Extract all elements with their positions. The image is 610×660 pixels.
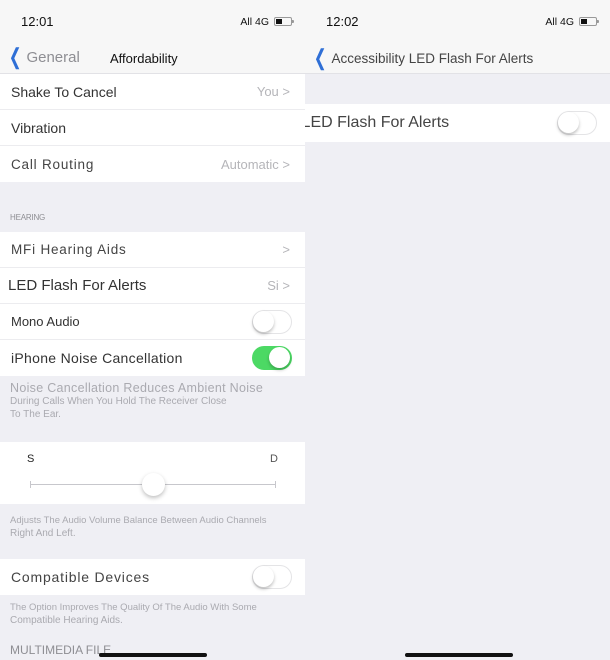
- status-bar: 12:02 All 4G: [305, 0, 610, 44]
- led-flash-group: Yes LED Flash For Alerts: [305, 104, 610, 142]
- interaction-group: Shake To Cancel You > Vibration Call Rou…: [0, 74, 305, 182]
- footer-line: Right And Left.: [10, 528, 76, 539]
- row-value: Automatic >: [220, 156, 290, 172]
- chevron-right-icon: >: [282, 242, 290, 257]
- toggle-knob: [253, 566, 274, 587]
- balance-slider-group: S D: [0, 442, 305, 504]
- noise-cancellation-footer: Noise Cancellation Reduces Ambient Noise…: [10, 382, 285, 421]
- chevron-left-icon: ❮: [313, 45, 327, 70]
- back-button[interactable]: ❮ Accessibility LED Flash For Alerts: [311, 45, 534, 70]
- hearing-group: MFi Hearing Aids > LED Flash For Alerts …: [0, 232, 305, 376]
- row-compatible-devices: Compatible Devices: [0, 559, 305, 595]
- toggle-knob: [269, 347, 290, 368]
- settings-screen-left: 12:01 All 4G ❮ General Affordability Sha…: [0, 0, 305, 660]
- row-mfi-hearing-aids[interactable]: MFi Hearing Aids >: [0, 232, 305, 268]
- row-label: Call Routing: [11, 156, 95, 172]
- compatible-footer: The Option Improves The Quality Of The A…: [10, 601, 285, 627]
- status-bar: 12:01 All 4G: [0, 0, 305, 44]
- section-header-hearing: HEARING: [10, 213, 46, 222]
- status-time: 12:02: [326, 14, 359, 29]
- compatible-devices-toggle[interactable]: [252, 565, 292, 589]
- compatible-group: Compatible Devices: [0, 559, 305, 595]
- footer-line: Noise Cancellation Reduces Ambient Noise: [10, 381, 264, 395]
- section-header-multimedia: MULTIMEDIA FILE: [10, 643, 112, 657]
- row-vibration[interactable]: Vibration: [0, 110, 305, 146]
- back-label: General: [26, 48, 80, 66]
- row-shake-to-cancel[interactable]: Shake To Cancel You >: [0, 74, 305, 110]
- row-label: MFi Hearing Aids: [11, 242, 127, 257]
- home-indicator[interactable]: [405, 653, 513, 657]
- footer-line: To The Ear.: [10, 409, 61, 420]
- carrier-label: All 4G: [240, 16, 269, 28]
- page-title: Affordability: [110, 51, 178, 66]
- balance-footer: Adjusts The Audio Volume Balance Between…: [10, 514, 285, 540]
- noise-cancellation-toggle[interactable]: [252, 346, 292, 370]
- balance-slider-thumb[interactable]: [142, 473, 165, 496]
- home-indicator[interactable]: [99, 653, 207, 657]
- row-label: LED Flash For Alerts: [8, 277, 147, 294]
- battery-low-icon: [274, 17, 294, 26]
- status-time: 12:01: [21, 14, 54, 29]
- row-label: Shake To Cancel: [11, 83, 117, 100]
- row-label: Vibration: [11, 119, 67, 136]
- chevron-left-icon: ❮: [8, 44, 22, 69]
- row-label: Mono Audio: [11, 314, 80, 329]
- navigation-bar: ❮ Accessibility LED Flash For Alerts: [305, 44, 610, 74]
- led-flash-screen-right: 12:02 All 4G ❮ Accessibility LED Flash F…: [305, 0, 610, 660]
- back-label: Accessibility LED Flash For Alerts: [331, 50, 534, 66]
- row-call-routing[interactable]: Call Routing Automatic >: [0, 146, 305, 182]
- footer-line: Adjusts The Audio Volume Balance Between…: [10, 515, 267, 526]
- battery-low-icon: [579, 17, 599, 26]
- carrier-label: All 4G: [545, 16, 574, 28]
- led-flash-toggle[interactable]: [557, 111, 597, 135]
- footer-line: During Calls When You Hold The Receiver …: [10, 396, 227, 407]
- row-led-flash-alerts: Yes LED Flash For Alerts: [305, 104, 610, 142]
- mono-audio-toggle[interactable]: [252, 309, 292, 334]
- row-label: Yes LED Flash For Alerts: [305, 114, 450, 131]
- navigation-bar: ❮ General Affordability: [0, 44, 305, 74]
- row-label: iPhone Noise Cancellation: [11, 350, 183, 366]
- balance-left-label: S: [27, 453, 35, 465]
- balance-right-label: D: [270, 453, 278, 465]
- row-noise-cancellation: iPhone Noise Cancellation: [0, 340, 305, 376]
- toggle-knob: [558, 112, 579, 133]
- toggle-knob: [253, 310, 274, 332]
- row-value: You >: [256, 84, 290, 99]
- footer-line: The Option Improves The Quality Of The A…: [10, 602, 257, 613]
- row-mono-audio: Mono Audio: [0, 304, 305, 340]
- row-led-flash[interactable]: LED Flash For Alerts Si >: [0, 268, 305, 304]
- row-value: Si >: [267, 278, 290, 293]
- back-button[interactable]: ❮ General: [6, 44, 80, 69]
- row-label: Compatible Devices: [11, 569, 150, 585]
- balance-slider-track[interactable]: [30, 473, 276, 496]
- footer-line: Compatible Hearing Aids.: [10, 615, 123, 626]
